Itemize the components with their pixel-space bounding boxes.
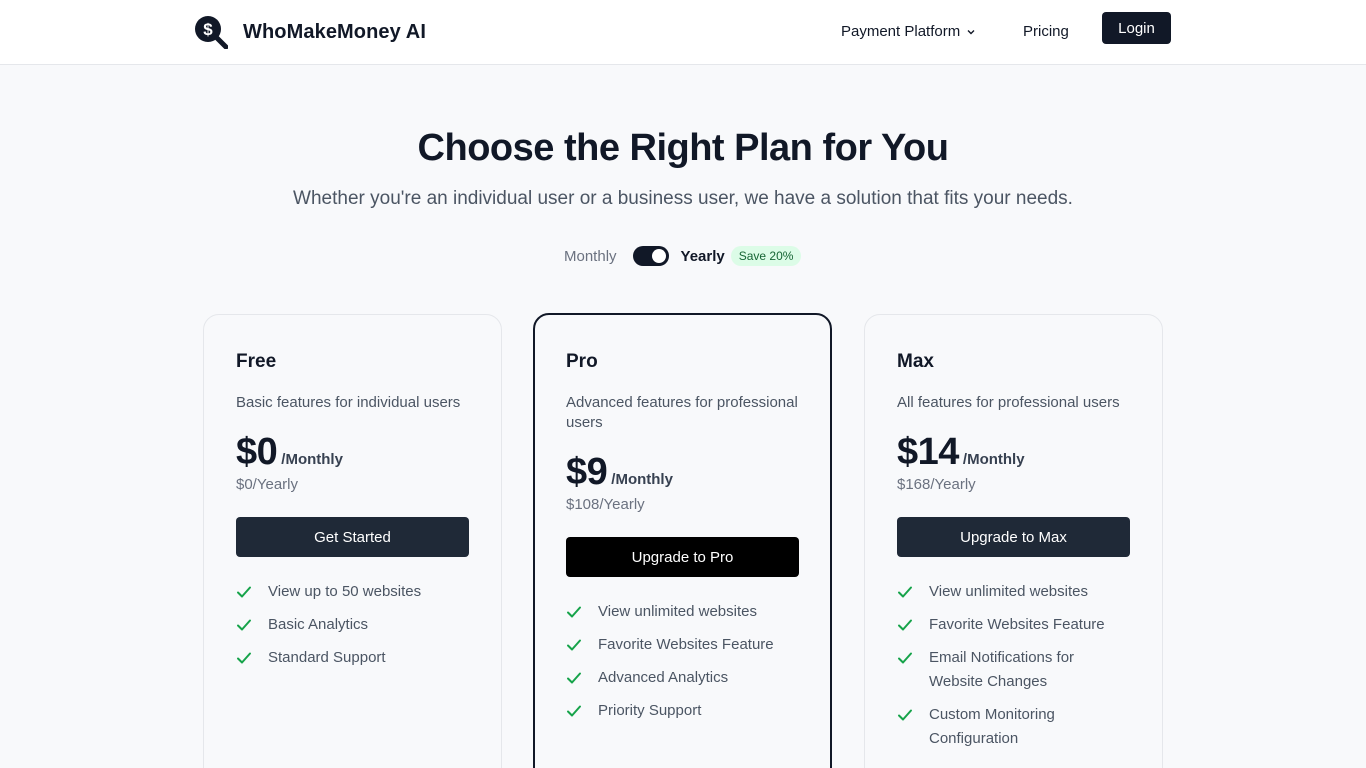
plan-card-pro: Pro Advanced features for professional u… [533,313,832,768]
feature-item: Basic Analytics [236,616,470,637]
feature-list: View unlimited websites Favorite Website… [566,603,800,723]
plan-description: Basic features for individual users [236,394,461,411]
feature-text: Basic Analytics [268,616,369,633]
nav-payment-platform[interactable]: Payment Platform [841,23,976,40]
check-icon [567,672,581,684]
page-subtitle: Whether you're an individual user or a b… [293,188,1073,209]
plan-name: Pro [566,351,598,372]
feature-item: Favorite Websites Feature [566,636,800,657]
feature-text: Favorite Websites Feature [929,616,1105,633]
check-icon [898,652,912,664]
logo[interactable]: $ WhoMakeMoney AI [194,15,426,49]
upgrade-to-max-button[interactable]: Upgrade to Max [897,517,1130,557]
feature-item: Advanced Analytics [566,669,800,690]
feature-item: Priority Support [566,702,800,723]
feature-item: View up to 50 websites [236,583,470,604]
plan-card-free: Free Basic features for individual users… [203,314,502,768]
feature-text: Favorite Websites Feature [598,636,774,653]
check-icon [567,606,581,618]
billing-switch[interactable] [632,246,669,266]
site-header: $ WhoMakeMoney AI Payment Platform Prici… [0,0,1366,65]
plan-yearly-price: $108/Yearly [566,496,645,513]
plan-period: /Monthly [611,471,673,488]
plan-card-max: Max All features for professional users … [864,314,1163,768]
feature-item: Favorite Websites Feature [897,616,1131,637]
feature-text: Advanced Analytics [598,669,729,686]
check-icon [898,709,912,721]
plan-price: $0 [236,431,278,473]
switch-knob [651,249,666,263]
plan-yearly-price: $168/Yearly [897,476,976,493]
check-icon [237,652,251,664]
page-title: Choose the Right Plan for You [417,127,949,169]
feature-text: View unlimited websites [929,583,1088,600]
feature-item: Custom Monitoring Configuration [897,706,1131,751]
price-row: $0 /Monthly [236,431,470,474]
plan-description: Advanced features for professional users [566,394,798,431]
get-started-button[interactable]: Get Started [236,517,469,557]
chevron-down-icon [967,29,975,34]
plan-name: Max [897,351,934,372]
check-icon [567,705,581,717]
upgrade-to-pro-button[interactable]: Upgrade to Pro [566,537,799,577]
feature-item: View unlimited websites [897,583,1131,604]
nav-payment-platform-label: Payment Platform [841,23,961,40]
feature-item: View unlimited websites [566,603,800,624]
svg-text:$: $ [203,20,213,39]
feature-list: View up to 50 websites Basic Analytics S… [236,583,470,670]
check-icon [567,639,581,651]
yearly-label[interactable]: Yearly [681,248,725,265]
price-row: $14 /Monthly [897,431,1131,474]
feature-list: View unlimited websites Favorite Website… [897,583,1131,751]
check-icon [898,619,912,631]
plan-period: /Monthly [281,451,343,468]
plan-price: $14 [897,431,959,473]
dollar-magnifier-icon: $ [195,16,228,49]
plan-description: All features for professional users [897,394,1120,411]
plan-yearly-price: $0/Yearly [236,476,298,493]
feature-text: View up to 50 websites [268,583,422,600]
plan-price: $9 [566,451,608,493]
feature-item: Standard Support [236,649,470,670]
check-icon [237,586,251,598]
nav-pricing-link[interactable]: Pricing [1023,23,1069,40]
monthly-label[interactable]: Monthly [564,248,617,265]
plan-period: /Monthly [962,451,1025,468]
check-icon [898,586,912,598]
plan-name: Free [236,351,277,372]
login-button[interactable]: Login [1102,12,1171,44]
feature-text: Priority Support [598,702,702,719]
save-badge: Save 20% [730,246,802,266]
feature-text: Standard Support [268,649,386,666]
feature-text: Email Notifications for Website Changes [929,649,1075,690]
logo-text: WhoMakeMoney AI [243,20,426,43]
check-icon [237,619,251,631]
feature-text: View unlimited websites [598,603,757,620]
feature-text: Custom Monitoring Configuration [929,706,1055,747]
feature-item: Email Notifications for Website Changes [897,649,1131,694]
billing-toggle: Monthly Yearly Save 20% [564,245,802,267]
price-row: $9 /Monthly [566,451,800,494]
